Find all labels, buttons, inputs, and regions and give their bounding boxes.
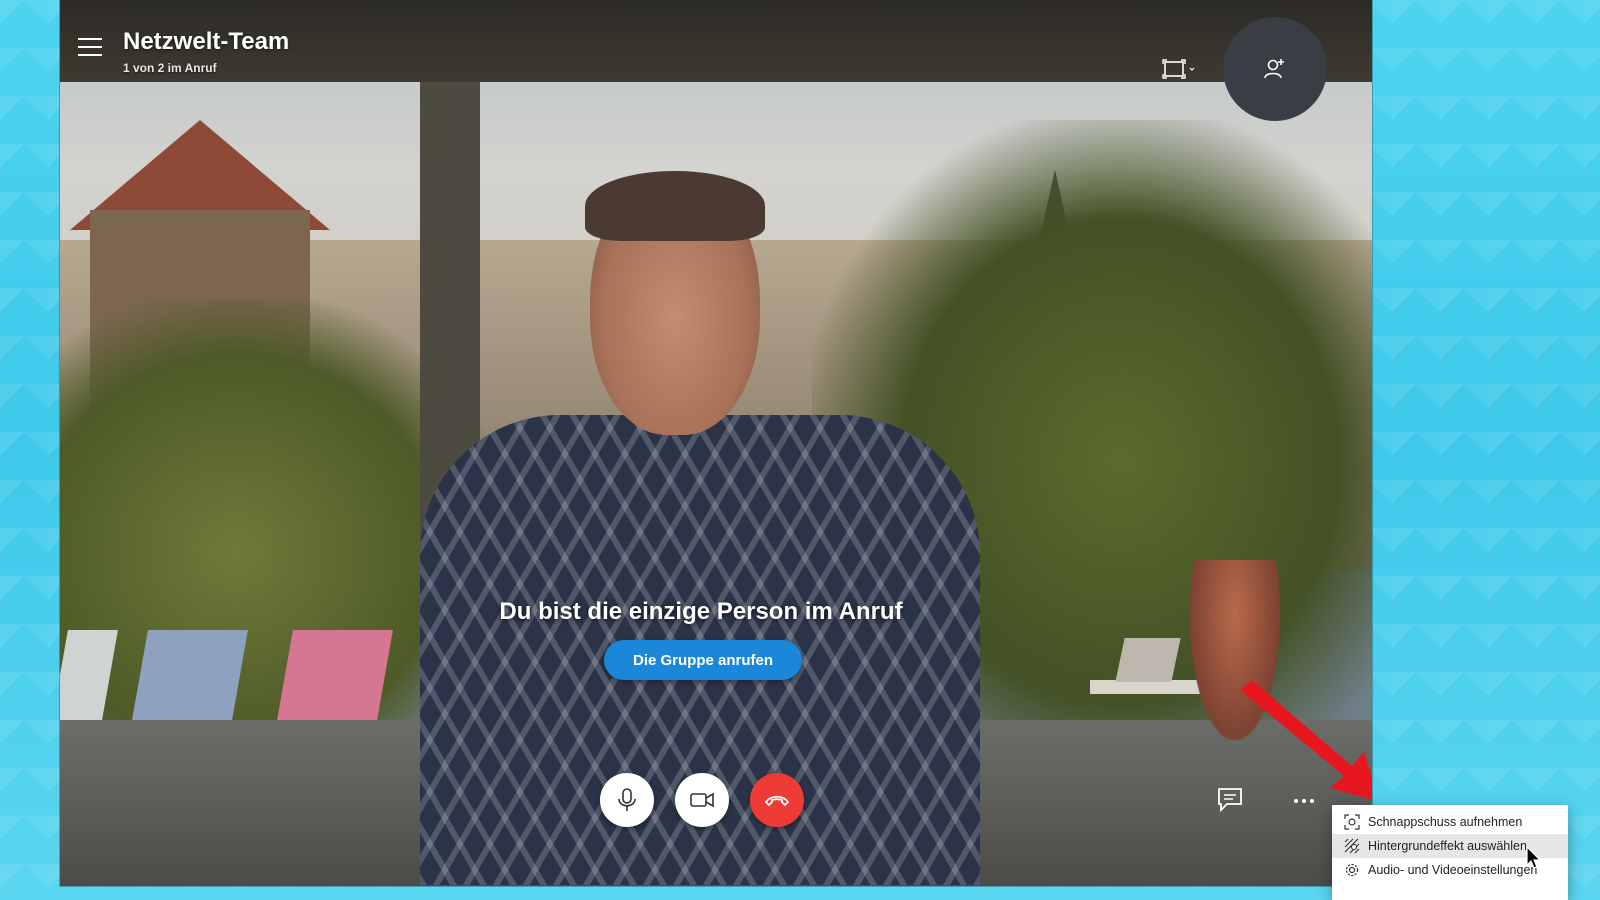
add-people-button[interactable] [1223, 17, 1327, 121]
screen-layout-button[interactable] [1160, 56, 1200, 84]
menu-item-label: Audio- und Videoeinstellungen [1368, 863, 1538, 877]
snapshot-icon [1344, 814, 1360, 830]
chat-icon [1218, 788, 1242, 813]
hang-up-icon [764, 795, 790, 807]
background-effect-icon [1344, 838, 1360, 854]
hamburger-menu-icon[interactable] [78, 38, 102, 60]
call-group-button[interactable]: Die Gruppe anrufen [604, 640, 802, 680]
hang-up-button[interactable] [750, 773, 804, 827]
more-options-button[interactable] [1292, 790, 1320, 808]
add-person-icon [1264, 59, 1284, 79]
alone-in-call-message: Du bist die einzige Person im Anruf [499, 598, 903, 625]
camera-button[interactable] [675, 773, 729, 827]
menu-item-background-effect[interactable]: Hintergrundeffekt auswählen [1332, 834, 1568, 858]
menu-item-label: Schnappschuss aufnehmen [1368, 815, 1523, 829]
menu-item-audio-video-settings[interactable]: Audio- und Videoeinstellungen [1332, 858, 1568, 882]
screen-layout-icon [1162, 59, 1195, 79]
microphone-icon [618, 788, 636, 811]
more-options-icon [1292, 790, 1316, 807]
call-window: Netzwelt-Team 1 von 2 im Anruf Du bist d… [60, 0, 1372, 886]
menu-item-snapshot[interactable]: Schnappschuss aufnehmen [1332, 810, 1568, 834]
chat-button[interactable] [1215, 785, 1245, 813]
settings-gear-icon [1345, 863, 1359, 877]
more-options-menu: Schnappschuss aufnehmen Hintergrundeffek… [1332, 805, 1568, 900]
call-header: Netzwelt-Team 1 von 2 im Anruf [60, 0, 1372, 121]
call-title: Netzwelt-Team [123, 28, 290, 55]
video-feed [60, 0, 1372, 886]
mute-button[interactable] [600, 773, 654, 827]
menu-item-label: Hintergrundeffekt auswählen [1368, 839, 1527, 853]
participant-count: 1 von 2 im Anruf [123, 61, 217, 75]
video-camera-icon [690, 792, 714, 808]
